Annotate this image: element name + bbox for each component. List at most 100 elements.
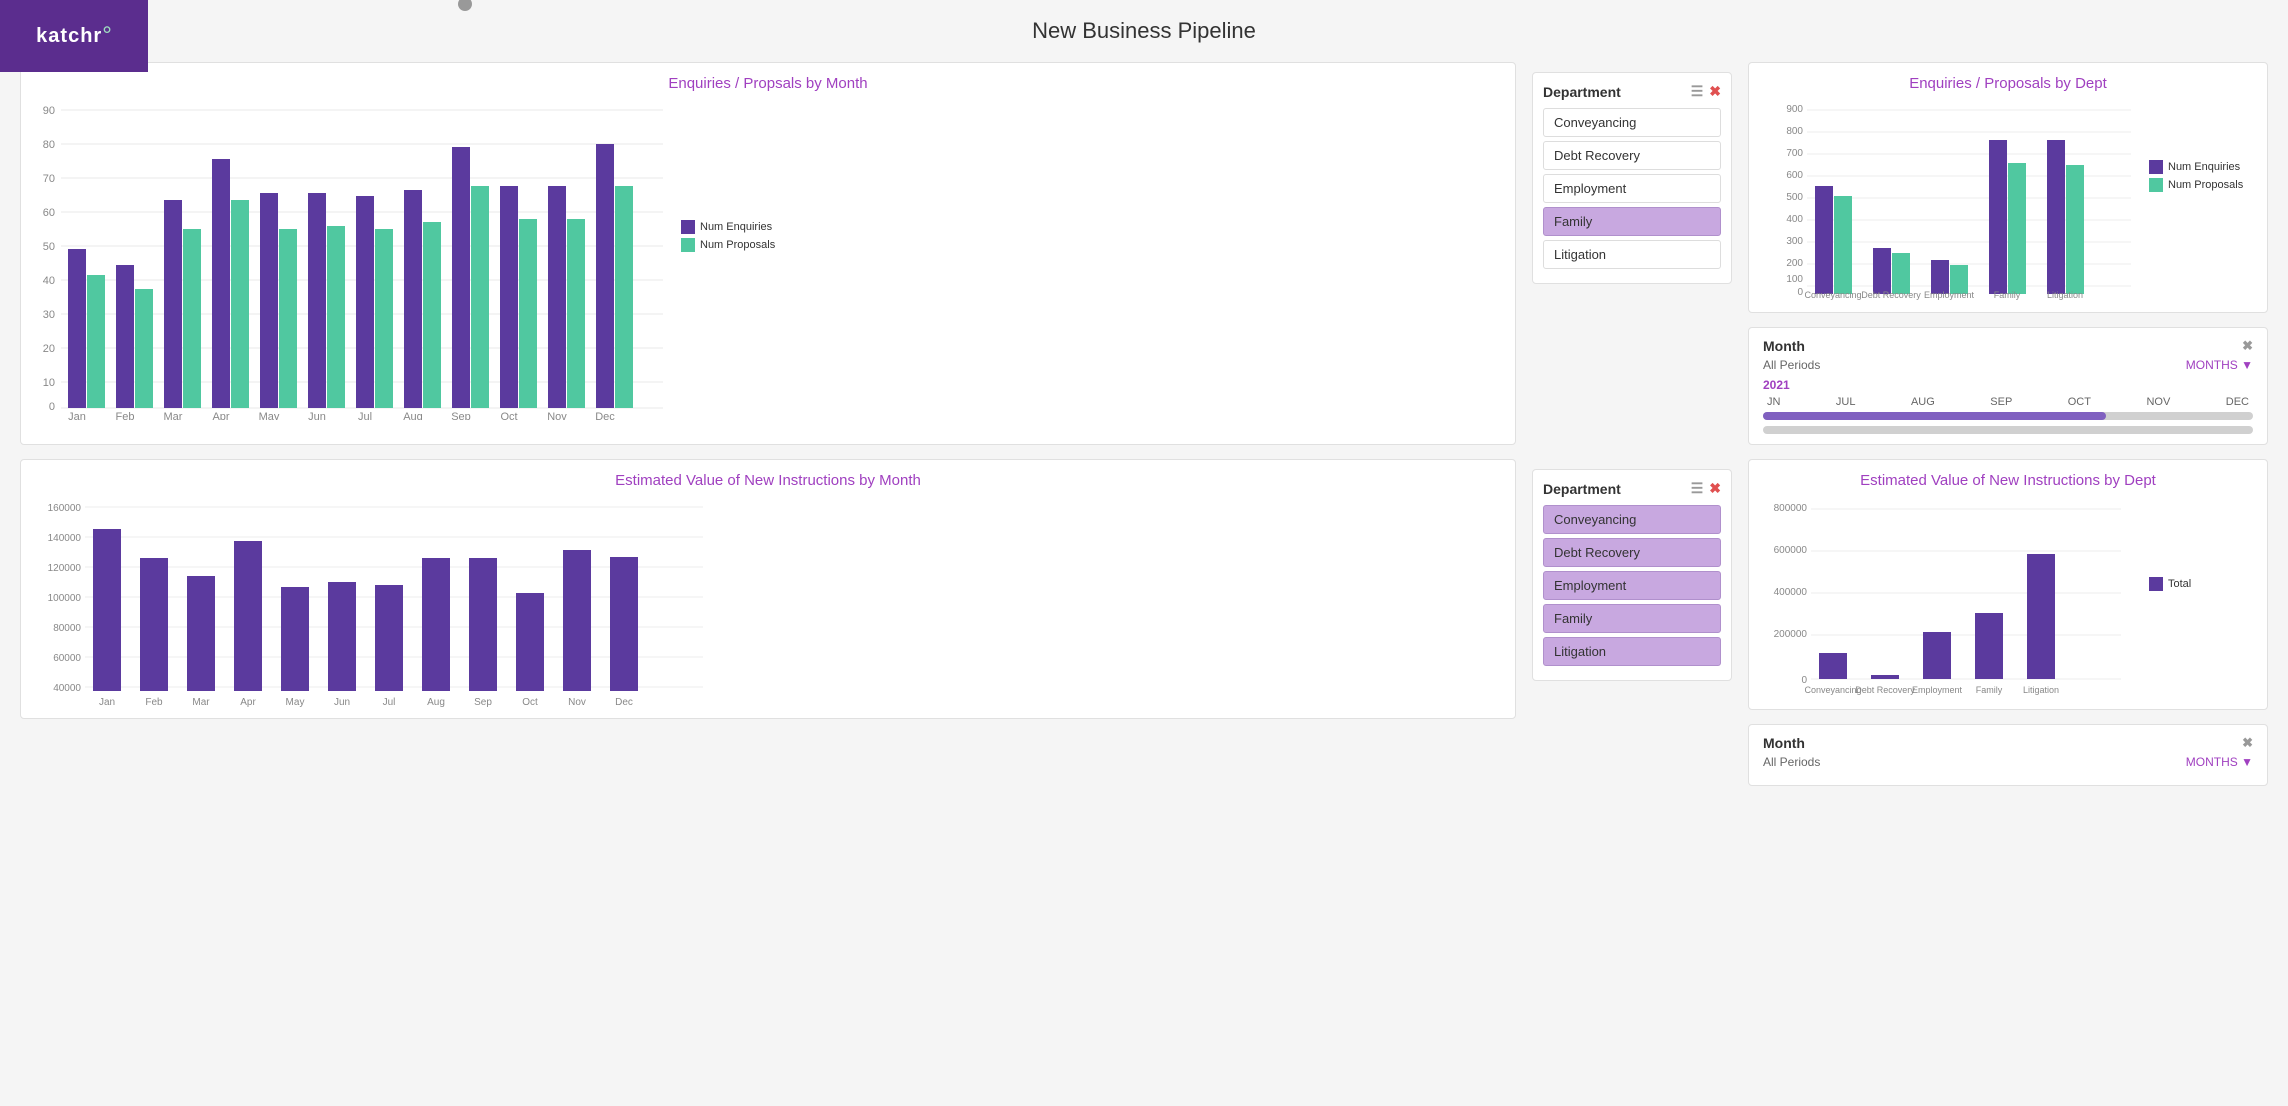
chart4-svg: 800000 600000 400000 200000 0 xyxy=(1761,497,2141,697)
chart2-panel: Enquiries / Proposals by Dept 900 800 70… xyxy=(1748,62,2268,313)
svg-text:Jun: Jun xyxy=(334,697,350,708)
filter-item-conveyancing[interactable]: Conveyancing xyxy=(1543,108,1721,137)
svg-text:Dec: Dec xyxy=(595,411,615,420)
svg-text:Jul: Jul xyxy=(383,697,396,708)
legend2-proposals-color xyxy=(2149,178,2163,192)
legend2-enquiries-label: Num Enquiries xyxy=(2168,161,2240,173)
svg-text:60000: 60000 xyxy=(53,653,81,664)
svg-text:Litigation: Litigation xyxy=(2023,685,2059,695)
clear-filter-icon[interactable]: ✖ xyxy=(1709,83,1721,100)
filter2-item-litigation[interactable]: Litigation xyxy=(1543,637,1721,666)
svg-text:Oct: Oct xyxy=(500,411,517,420)
svg-text:Aug: Aug xyxy=(427,697,445,708)
months2-dropdown[interactable]: MONTHS ▼ xyxy=(2186,755,2253,769)
chart1-svg: 90 80 70 60 50 40 30 20 10 0 xyxy=(33,100,673,420)
svg-text:May: May xyxy=(259,411,280,420)
month-filter2-header: Month ✖ xyxy=(1763,735,2253,751)
dept-filter1-header: Department ☰ ✖ xyxy=(1543,83,1721,100)
legend4-total-label: Total xyxy=(2168,578,2191,590)
svg-text:200: 200 xyxy=(1786,258,1803,269)
legend2-enquiries: Num Enquiries xyxy=(2149,160,2249,174)
filter2-list-icon[interactable]: ☰ xyxy=(1691,480,1704,497)
svg-text:30: 30 xyxy=(43,309,55,321)
legend-enquiries: Num Enquiries xyxy=(681,220,791,234)
month-filter2-row: All Periods MONTHS ▼ xyxy=(1763,755,2253,769)
dept-filter2-label: Department xyxy=(1543,481,1621,497)
chart3-title: Estimated Value of New Instructions by M… xyxy=(33,472,1503,489)
right-stack-2: Estimated Value of New Instructions by D… xyxy=(1748,459,2268,786)
filter-item-employment[interactable]: Employment xyxy=(1543,174,1721,203)
svg-text:20: 20 xyxy=(43,343,55,355)
legend4-total: Total xyxy=(2149,577,2229,591)
dept-filter1-panel: Department ☰ ✖ Conveyancing Debt Recover… xyxy=(1532,72,1732,284)
logo-bar: katchr° xyxy=(0,0,148,72)
svg-text:300: 300 xyxy=(1786,236,1803,247)
filter2-item-conveyancing[interactable]: Conveyancing xyxy=(1543,505,1721,534)
chart2-title: Enquiries / Proposals by Dept xyxy=(1761,75,2255,92)
svg-text:400000: 400000 xyxy=(1774,587,1808,598)
svg-text:Nov: Nov xyxy=(568,697,586,708)
svg-text:Feb: Feb xyxy=(116,411,135,420)
filter2-clear-icon[interactable]: ✖ xyxy=(1709,480,1721,497)
svg-text:90: 90 xyxy=(43,105,55,117)
filter-item-debt-recovery[interactable]: Debt Recovery xyxy=(1543,141,1721,170)
month-filter1-label: Month xyxy=(1763,338,1805,354)
right-stack-1: Enquiries / Proposals by Dept 900 800 70… xyxy=(1748,62,2268,445)
svg-text:0: 0 xyxy=(49,401,55,413)
month-filter1-row: All Periods MONTHS ▼ xyxy=(1763,358,2253,372)
svg-text:Family: Family xyxy=(1994,290,2021,300)
svg-text:70: 70 xyxy=(43,173,55,185)
filter2-item-debt-recovery[interactable]: Debt Recovery xyxy=(1543,538,1721,567)
svg-text:50: 50 xyxy=(43,241,55,253)
all-periods-label: All Periods xyxy=(1763,358,1820,372)
month-slider-track[interactable] xyxy=(1763,412,2253,420)
svg-text:200000: 200000 xyxy=(1774,629,1808,640)
page-title: New Business Pipeline xyxy=(0,0,2288,52)
dept-filter1-label: Department xyxy=(1543,84,1621,100)
months-dropdown[interactable]: MONTHS ▼ xyxy=(2186,358,2253,372)
chart4-legend: Total xyxy=(2149,497,2229,697)
chart1-title: Enquiries / Propsals by Month xyxy=(33,75,1503,92)
chart3-panel: Estimated Value of New Instructions by M… xyxy=(20,459,1516,719)
logo-text: katchr xyxy=(36,25,102,48)
svg-text:80000: 80000 xyxy=(53,623,81,634)
dept-filter1-icons: ☰ ✖ xyxy=(1691,83,1721,100)
filter-list-icon[interactable]: ☰ xyxy=(1691,83,1704,100)
filter2-item-family[interactable]: Family xyxy=(1543,604,1721,633)
row-2: Estimated Value of New Instructions by M… xyxy=(20,459,2268,786)
month-filter2-clear-icon[interactable]: ✖ xyxy=(2242,735,2253,751)
filter-item-litigation[interactable]: Litigation xyxy=(1543,240,1721,269)
dept-filter2-header: Department ☰ ✖ xyxy=(1543,480,1721,497)
svg-text:140000: 140000 xyxy=(48,533,82,544)
legend4-total-color xyxy=(2149,577,2163,591)
month-filter1-clear-icon[interactable]: ✖ xyxy=(2242,338,2253,354)
svg-text:Conveyancing: Conveyancing xyxy=(1804,290,1861,300)
month-filter2-panel: Month ✖ All Periods MONTHS ▼ xyxy=(1748,724,2268,786)
svg-text:Nov: Nov xyxy=(547,411,567,420)
filter2-item-employment[interactable]: Employment xyxy=(1543,571,1721,600)
svg-text:Mar: Mar xyxy=(192,697,210,708)
svg-text:Feb: Feb xyxy=(145,697,163,708)
svg-text:120000: 120000 xyxy=(48,563,82,574)
svg-text:800: 800 xyxy=(1786,126,1803,137)
chart2-svg: 900 800 700 600 500 400 300 200 100 0 xyxy=(1761,100,2141,300)
svg-text:80: 80 xyxy=(43,139,55,151)
svg-text:10: 10 xyxy=(43,377,55,389)
svg-text:Dec: Dec xyxy=(615,697,633,708)
month-slider-track2[interactable] xyxy=(1763,426,2253,434)
dept-filter2-icons: ☰ ✖ xyxy=(1691,480,1721,497)
svg-text:Mar: Mar xyxy=(164,411,183,420)
svg-text:0: 0 xyxy=(1797,287,1803,298)
svg-text:Aug: Aug xyxy=(403,411,423,420)
chart4-panel: Estimated Value of New Instructions by D… xyxy=(1748,459,2268,710)
filter-item-family[interactable]: Family xyxy=(1543,207,1721,236)
month-slider-thumb[interactable] xyxy=(458,0,472,11)
dept-filter2-panel: Department ☰ ✖ Conveyancing Debt Recover… xyxy=(1532,469,1732,681)
chart1-panel: Enquiries / Propsals by Month 90 80 70 6… xyxy=(20,62,1516,445)
logo-dot: ° xyxy=(102,22,112,50)
svg-text:Jul: Jul xyxy=(358,411,372,420)
all-periods2-label: All Periods xyxy=(1763,755,1820,769)
svg-text:Sep: Sep xyxy=(451,411,471,420)
chart3-svg: 160000 140000 120000 100000 80000 60000 … xyxy=(33,497,713,717)
svg-text:Apr: Apr xyxy=(212,411,229,420)
